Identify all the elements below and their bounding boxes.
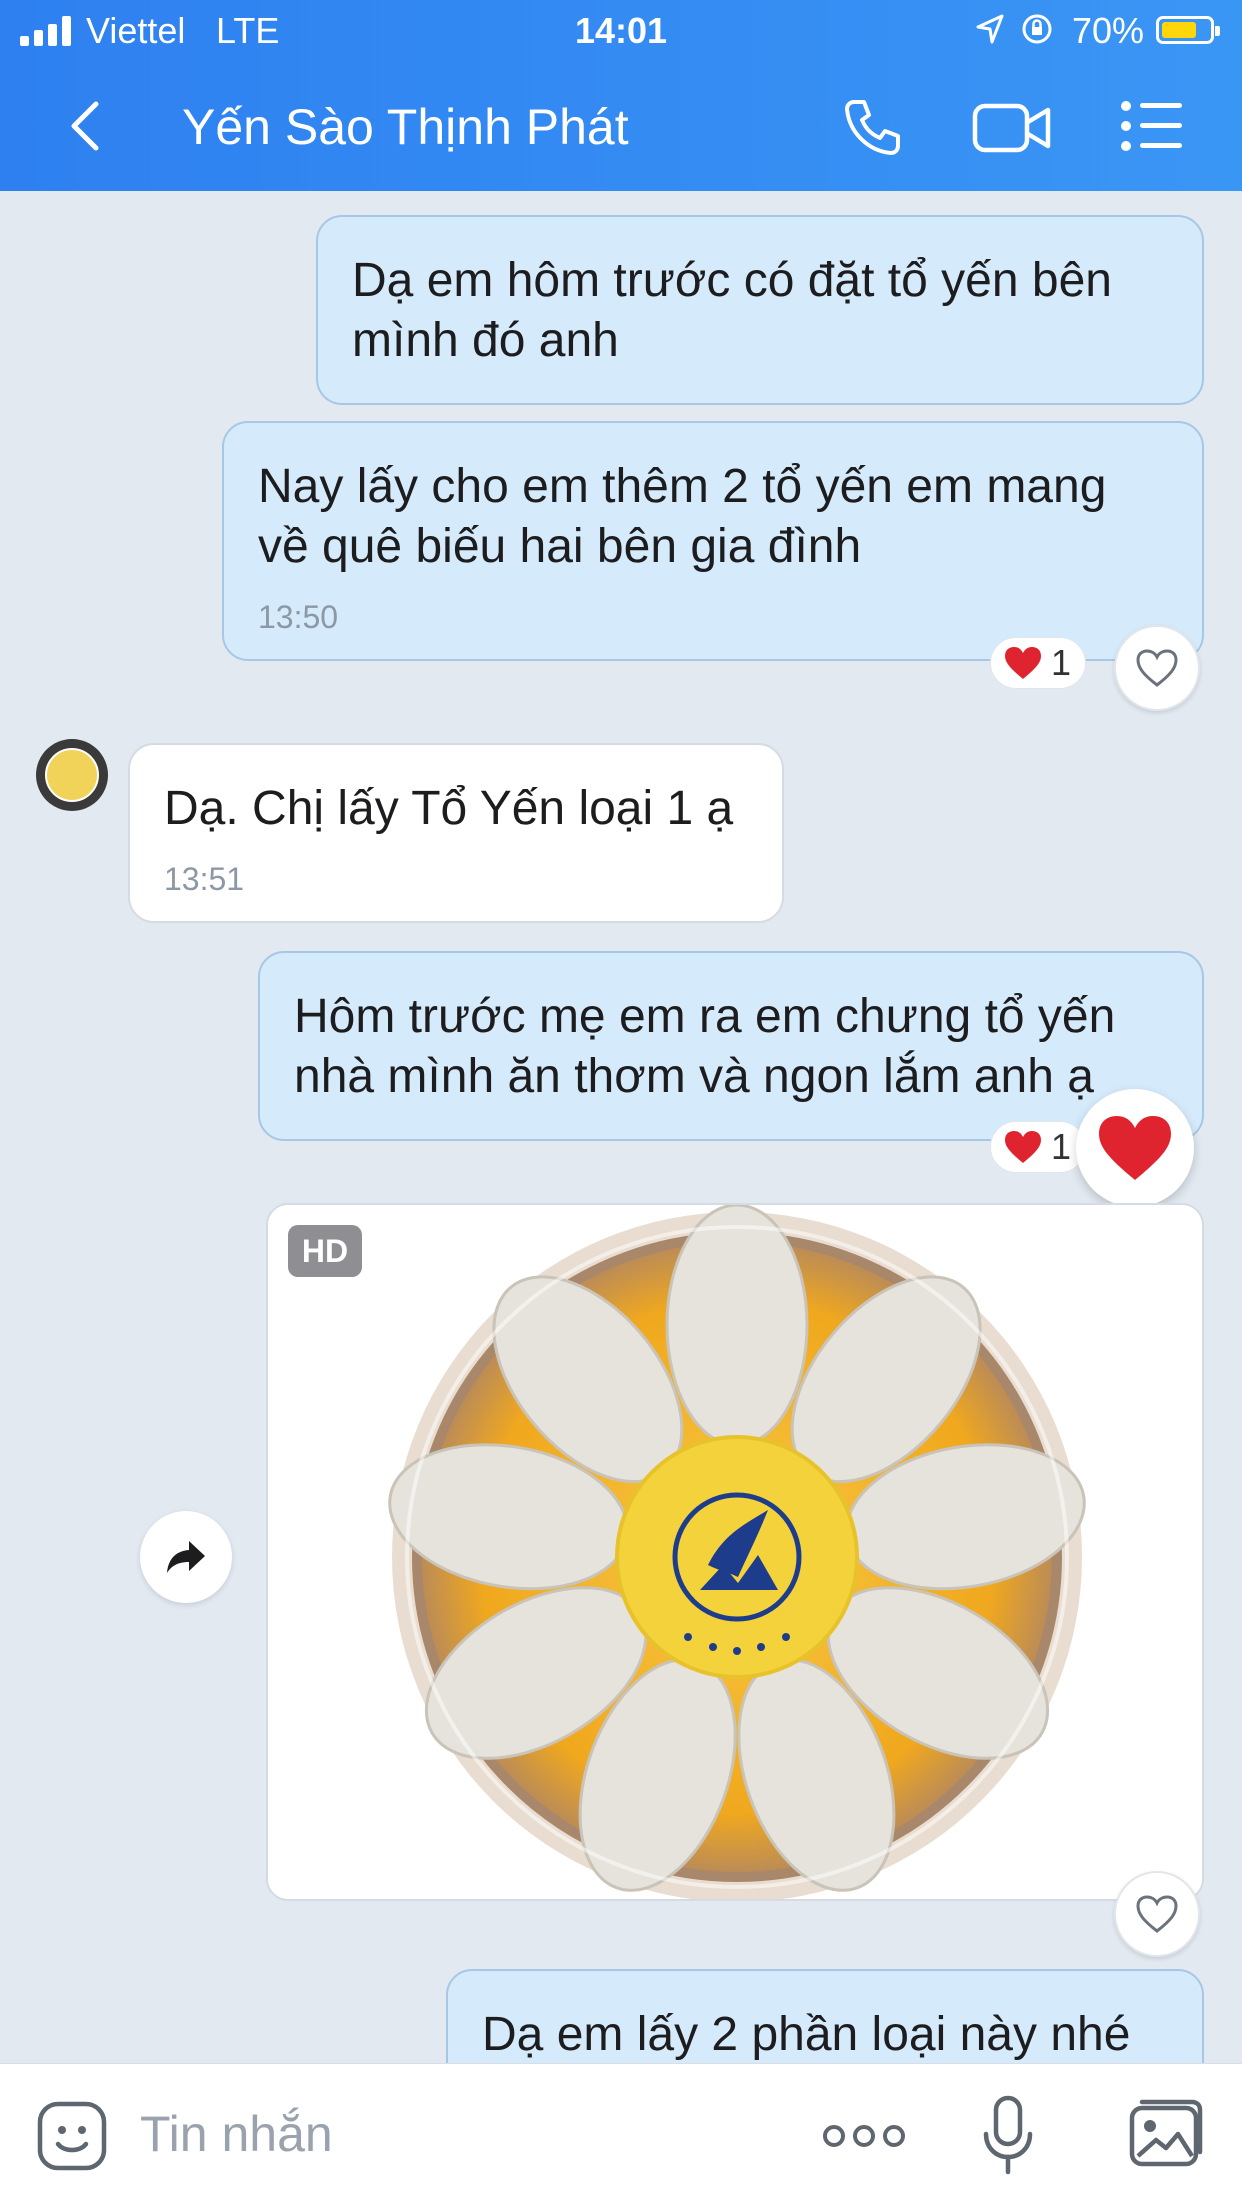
battery-percentage: 70% <box>1072 10 1145 51</box>
message-text: Dạ. Chị lấy Tổ Yến loại 1 ạ <box>164 782 734 835</box>
back-chevron-icon[interactable] <box>62 98 112 154</box>
rotation-lock-icon <box>1020 12 1054 55</box>
like-heart-button[interactable] <box>1114 625 1200 711</box>
forward-arrow-icon <box>167 1541 205 1573</box>
reaction-summary[interactable]: 1 <box>990 637 1087 689</box>
avatar[interactable] <box>36 739 108 811</box>
message-text: Nay lấy cho em thêm 2 tổ yến em mang về … <box>258 460 1107 573</box>
battery-icon <box>1156 16 1220 44</box>
message-input[interactable] <box>140 2094 780 2174</box>
heart-outline-icon <box>1136 649 1178 687</box>
location-arrow-icon <box>975 12 1005 54</box>
video-camera-icon[interactable] <box>972 100 1052 156</box>
like-heart-button[interactable] <box>1114 1871 1200 1957</box>
heart-reaction-icon <box>1005 647 1041 679</box>
message-bubble-outgoing[interactable]: Hôm trước mẹ em ra em chưng tổ yến nhà m… <box>258 951 1204 1141</box>
message-text: Dạ em lấy 2 phần loại này nhé <box>482 2008 1131 2061</box>
message-bubble-outgoing[interactable]: Dạ em hôm trước có đặt tổ yến bên mình đ… <box>316 215 1204 405</box>
clock: 14:01 <box>574 10 668 51</box>
image-message[interactable]: HD <box>266 1203 1204 1901</box>
image-gallery-icon[interactable] <box>1128 2098 1204 2170</box>
message-bubble-outgoing[interactable]: Nay lấy cho em thêm 2 tổ yến em mang về … <box>222 421 1204 661</box>
nav-bar: Yến Sào Thịnh Phát <box>0 60 1242 191</box>
message-list[interactable]: Dạ em hôm trước có đặt tổ yến bên mình đ… <box>0 191 1242 2063</box>
heart-outline-icon <box>1136 1895 1178 1933</box>
reaction-summary[interactable]: 1 <box>990 1121 1087 1173</box>
message-timestamp: 13:50 <box>258 599 339 635</box>
heart-reaction-icon <box>1005 1131 1041 1163</box>
status-bar: Viettel LTE 14:01 70% <box>0 0 1242 60</box>
message-bubble-outgoing[interactable]: Dạ em lấy 2 phần loại này nhé <box>446 1969 1204 2063</box>
reaction-count: 1 <box>1051 1126 1072 1167</box>
reaction-count: 1 <box>1051 642 1072 683</box>
phone-icon[interactable] <box>842 96 904 158</box>
heart-filled-icon <box>1099 1116 1171 1180</box>
chat-header: Viettel LTE 14:01 70% Yến Sào Thịnh Phát <box>0 0 1242 191</box>
message-bubble-incoming[interactable]: Dạ. Chị lấy Tổ Yến loại 1 ạ 13:51 <box>128 743 784 923</box>
share-forward-button[interactable] <box>140 1511 232 1603</box>
message-text: Hôm trước mẹ em ra em chưng tổ yến nhà m… <box>294 990 1116 1103</box>
sticker-emoji-icon[interactable] <box>36 2100 108 2172</box>
hd-badge: HD <box>288 1225 362 1277</box>
more-options-icon[interactable] <box>822 2116 906 2156</box>
bird-nest-product-image <box>388 1205 1086 1899</box>
message-timestamp: 13:51 <box>164 861 245 897</box>
list-menu-icon[interactable] <box>1120 100 1184 152</box>
message-composer <box>0 2063 1242 2208</box>
microphone-icon[interactable] <box>980 2094 1036 2178</box>
message-text: Dạ em hôm trước có đặt tổ yến bên mình đ… <box>352 254 1112 367</box>
reacted-heart-button[interactable] <box>1076 1089 1194 1207</box>
conversation-title: Yến Sào Thịnh Phát <box>182 99 629 155</box>
